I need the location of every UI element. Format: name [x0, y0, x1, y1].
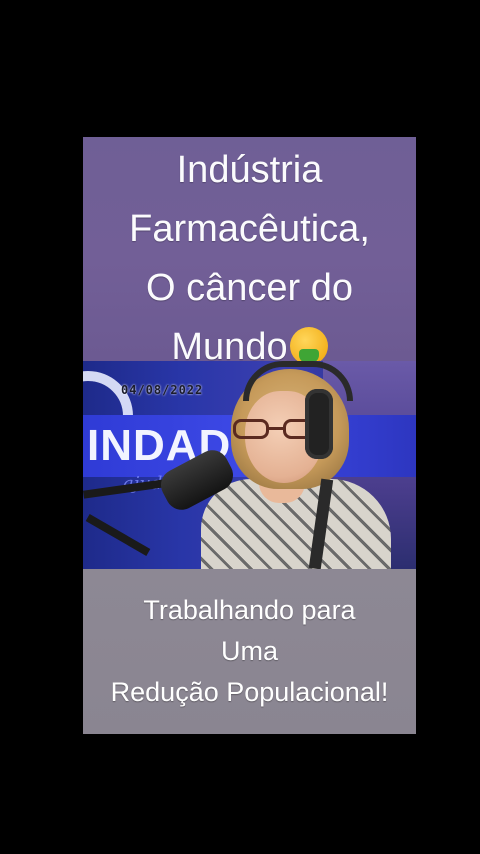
- video-date-stamp: 04/08/2022: [121, 383, 204, 397]
- top-caption-line-1: Indústria: [176, 149, 323, 191]
- video-player[interactable]: INDAD ajudar 04/08/2022: [83, 361, 416, 569]
- top-caption-line-2: Farmacêutica,: [129, 208, 370, 250]
- bottom-caption-line-3: Redução Populacional!: [110, 677, 389, 707]
- top-caption: Indústria Farmacêutica, O câncer do Mund…: [83, 137, 416, 393]
- headphones-icon: [305, 389, 333, 459]
- bottom-caption-line-1: Trabalhando para: [143, 595, 356, 625]
- nauseated-face-icon: [289, 327, 328, 393]
- bottom-caption: Trabalhando para Uma Redução Populaciona…: [83, 569, 416, 734]
- bottom-caption-line-2: Uma: [220, 636, 278, 666]
- top-caption-line-3: O câncer do: [146, 267, 353, 309]
- video-post-frame[interactable]: Indústria Farmacêutica, O câncer do Mund…: [83, 137, 416, 734]
